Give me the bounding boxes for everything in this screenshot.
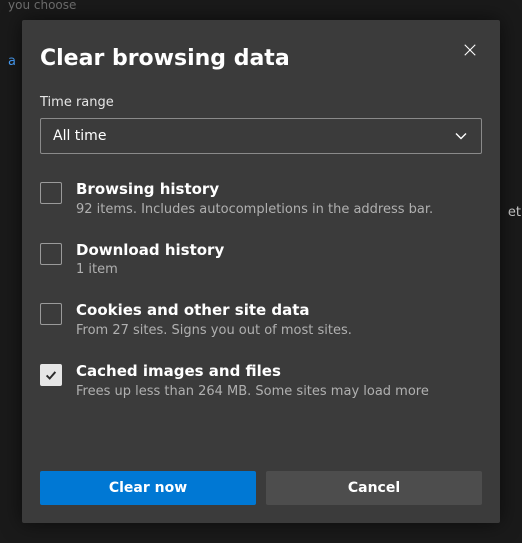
data-type-list: Browsing history 92 items. Includes auto… xyxy=(40,180,482,401)
checkbox-browsing-history[interactable] xyxy=(40,182,62,204)
item-title: Download history xyxy=(76,241,224,261)
clear-now-button[interactable]: Clear now xyxy=(40,471,256,505)
item-description: 92 items. Includes autocompletions in th… xyxy=(76,201,433,219)
list-item: Cached images and files Frees up less th… xyxy=(40,362,482,401)
checkbox-download-history[interactable] xyxy=(40,243,62,265)
item-description: From 27 sites. Signs you out of most sit… xyxy=(76,322,352,340)
time-range-value: All time xyxy=(53,128,106,144)
cancel-button[interactable]: Cancel xyxy=(266,471,482,505)
list-item: Cookies and other site data From 27 site… xyxy=(40,301,482,340)
item-description: Frees up less than 264 MB. Some sites ma… xyxy=(76,383,429,401)
item-title: Browsing history xyxy=(76,180,433,200)
close-button[interactable] xyxy=(456,36,484,64)
chevron-down-icon xyxy=(453,128,469,144)
background-link-fragment: a xyxy=(8,54,16,69)
time-range-select[interactable]: All time xyxy=(40,118,482,154)
checkbox-cached-images[interactable] xyxy=(40,364,62,386)
list-item: Browsing history 92 items. Includes auto… xyxy=(40,180,482,219)
clear-browsing-data-dialog: Clear browsing data Time range All time … xyxy=(22,20,500,523)
close-icon xyxy=(463,43,477,57)
item-description: 1 item xyxy=(76,261,224,279)
checkbox-cookies[interactable] xyxy=(40,303,62,325)
list-item: Download history 1 item xyxy=(40,241,482,280)
background-text: you choose xyxy=(8,0,76,12)
dialog-title: Clear browsing data xyxy=(40,46,290,71)
checkmark-icon xyxy=(44,368,58,382)
item-title: Cookies and other site data xyxy=(76,301,352,321)
background-right-fragment: et xyxy=(508,205,521,220)
item-title: Cached images and files xyxy=(76,362,429,382)
time-range-label: Time range xyxy=(40,95,482,110)
